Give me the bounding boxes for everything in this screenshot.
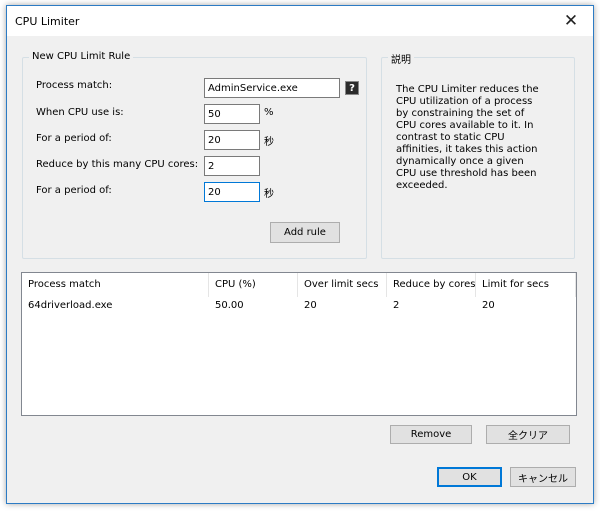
add-rule-button[interactable]: Add rule — [270, 222, 340, 243]
cell-limit-secs: 20 — [482, 300, 495, 311]
cell-over-limit: 20 — [304, 300, 317, 311]
period1-label: For a period of: — [36, 133, 112, 144]
cancel-button[interactable]: キャンセル — [510, 467, 576, 487]
period1-input[interactable] — [204, 130, 260, 150]
column-header-process-match[interactable]: Process match — [22, 273, 209, 297]
ok-button[interactable]: OK — [437, 467, 502, 487]
column-header-over-limit[interactable]: Over limit secs — [298, 273, 387, 297]
cell-process-match: 64driverload.exe — [28, 300, 113, 311]
table-row[interactable]: 64driverload.exe 50.00 20 2 20 — [22, 297, 576, 315]
description-title: 説明 — [388, 51, 414, 66]
clear-all-button[interactable]: 全クリア — [486, 425, 570, 444]
period2-label: For a period of: — [36, 185, 112, 196]
title-bar: CPU Limiter ✕ — [7, 6, 593, 36]
column-header-cpu[interactable]: CPU (%) — [209, 273, 298, 297]
cell-cpu: 50.00 — [215, 300, 244, 311]
column-header-limit-secs[interactable]: Limit for secs — [476, 273, 576, 297]
table-header: Process match CPU (%) Over limit secs Re… — [22, 273, 576, 297]
new-rule-group: New CPU Limit Rule Process match: ? When… — [22, 51, 367, 259]
period2-input[interactable] — [204, 182, 260, 202]
cell-reduce-cores: 2 — [393, 300, 400, 311]
new-rule-group-title: New CPU Limit Rule — [29, 51, 134, 62]
period2-unit: 秒 — [264, 189, 274, 200]
cpu-use-input[interactable] — [204, 104, 260, 124]
cpu-use-unit: % — [264, 107, 274, 118]
window-title: CPU Limiter — [15, 15, 80, 28]
description-group: 説明 The CPU Limiter reduces the CPU utili… — [381, 51, 575, 259]
cpu-limiter-dialog: CPU Limiter ✕ New CPU Limit Rule Process… — [6, 5, 594, 504]
close-icon[interactable]: ✕ — [549, 6, 593, 36]
column-header-reduce-cores[interactable]: Reduce by cores — [387, 273, 476, 297]
reduce-cores-label: Reduce by this many CPU cores: — [36, 159, 199, 170]
reduce-cores-input[interactable] — [204, 156, 260, 176]
description-text: The CPU Limiter reduces the CPU utilizat… — [396, 84, 539, 191]
cpu-use-label: When CPU use is: — [36, 107, 124, 118]
process-match-input[interactable] — [204, 78, 340, 98]
help-icon[interactable]: ? — [345, 81, 359, 95]
process-match-label: Process match: — [36, 80, 113, 91]
remove-button[interactable]: Remove — [390, 425, 472, 444]
rules-table[interactable]: Process match CPU (%) Over limit secs Re… — [21, 272, 577, 416]
period1-unit: 秒 — [264, 137, 274, 148]
